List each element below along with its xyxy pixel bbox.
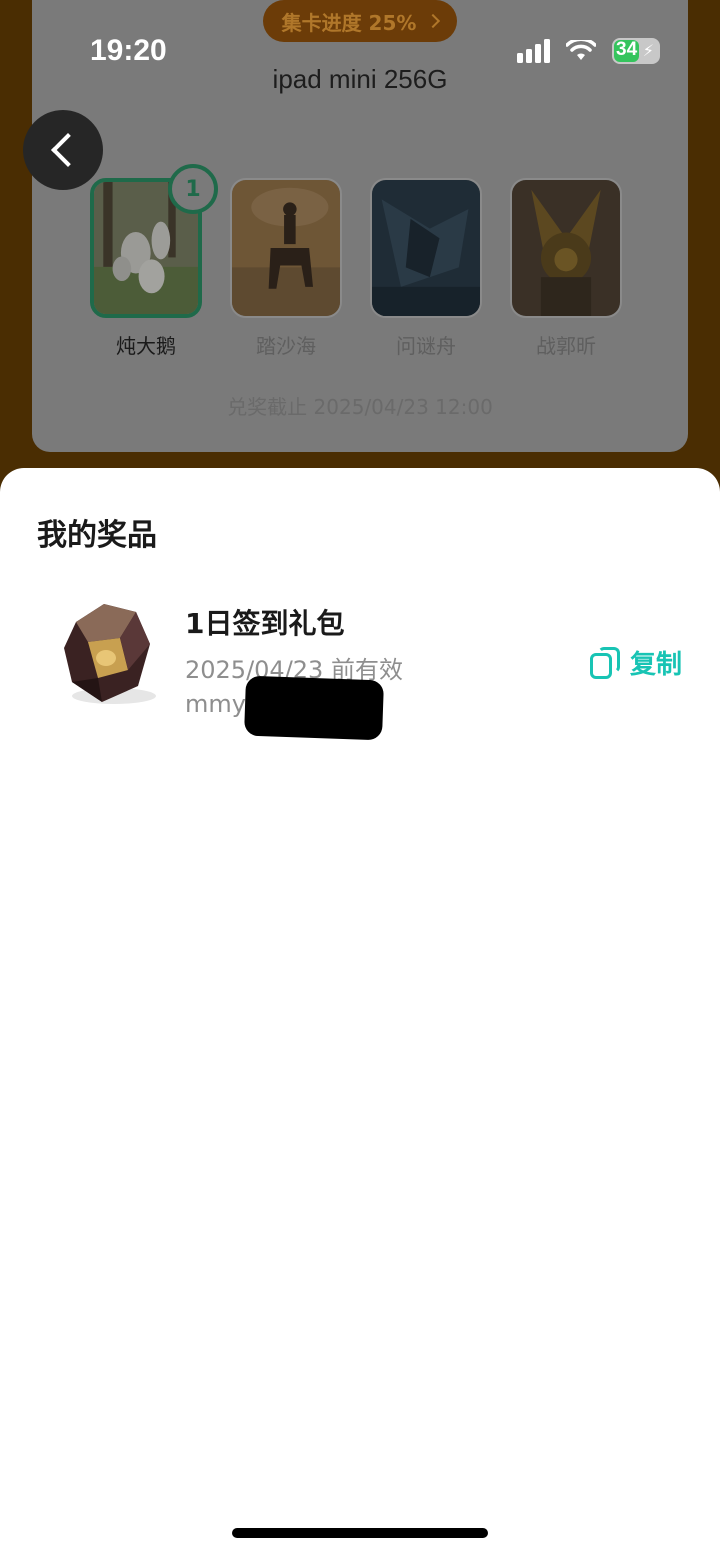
status-icons: 34 ⚡ bbox=[517, 38, 660, 64]
chevron-left-icon bbox=[51, 133, 85, 167]
card-label: 问谜舟 bbox=[396, 334, 456, 358]
charging-icon: ⚡ bbox=[642, 41, 654, 60]
card-label: 踏沙海 bbox=[256, 334, 316, 358]
battery-icon: 34 ⚡ bbox=[612, 38, 660, 64]
copy-label: 复制 bbox=[629, 650, 682, 680]
card-collection: 1 炖大鹅 踏沙海 问谜舟 战郭昕 bbox=[90, 164, 622, 359]
battery-level: 34 bbox=[616, 39, 638, 60]
signal-icon bbox=[517, 39, 550, 63]
chevron-right-icon bbox=[426, 13, 441, 29]
home-indicator[interactable] bbox=[232, 1528, 488, 1538]
wifi-icon bbox=[566, 40, 596, 60]
background-overlay: 集卡进度 25% 19:20 34 ⚡ ipad mini 256G 1 炖大鹅… bbox=[0, 0, 720, 500]
prize-code: mmy bbox=[185, 690, 246, 718]
card-label: 炖大鹅 bbox=[116, 334, 176, 358]
card-item-4[interactable]: 战郭昕 bbox=[510, 178, 622, 359]
card-image-boat bbox=[370, 178, 482, 318]
collection-progress-button[interactable]: 集卡进度 25% bbox=[263, 0, 457, 42]
prize-title: ipad mini 256G bbox=[272, 64, 448, 94]
redaction-mark bbox=[243, 675, 385, 741]
card-label: 战郭昕 bbox=[536, 334, 596, 358]
card-item-1[interactable]: 1 炖大鹅 bbox=[90, 164, 218, 359]
card-item-3[interactable]: 问谜舟 bbox=[370, 178, 482, 359]
copy-button[interactable]: 复制 bbox=[589, 644, 682, 681]
copy-icon bbox=[589, 646, 620, 679]
card-image-rider bbox=[230, 178, 342, 318]
prize-item: 1日签到礼包 2025/04/23 前有效 mmy 复制 bbox=[0, 598, 720, 741]
card-image-warrior bbox=[510, 178, 622, 318]
card-count-badge: 1 bbox=[168, 164, 218, 214]
status-time: 19:20 bbox=[90, 34, 167, 67]
ore-icon bbox=[64, 604, 156, 704]
progress-label: 集卡进度 25% bbox=[281, 10, 417, 35]
sheet-title: 我的奖品 bbox=[37, 518, 157, 553]
prize-name: 1日签到礼包 bbox=[185, 607, 345, 640]
card-item-2[interactable]: 踏沙海 bbox=[230, 178, 342, 359]
redeem-deadline: 兑奖截止 2025/04/23 12:00 bbox=[227, 395, 493, 419]
my-prizes-sheet: 我的奖品 1日签到礼包 2025/04/23 前有效 mmy 复制 bbox=[0, 468, 720, 1559]
